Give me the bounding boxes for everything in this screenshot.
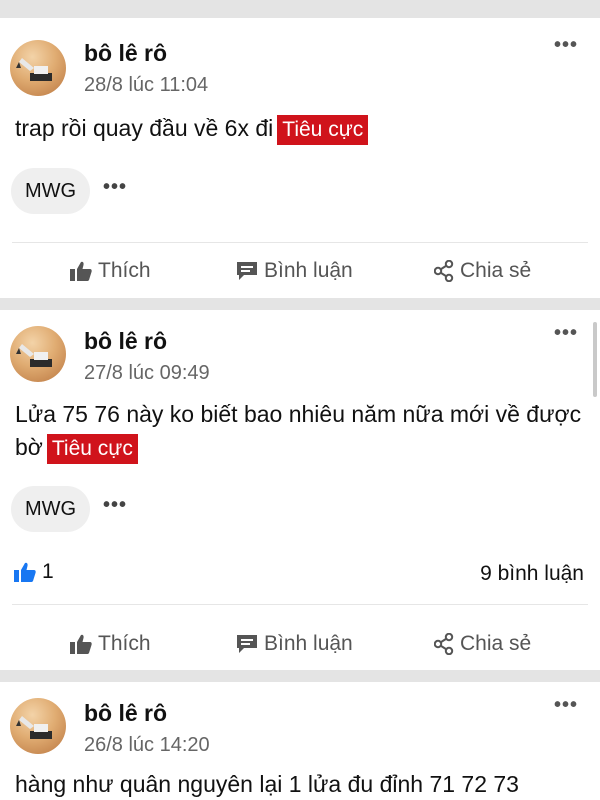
comment-button[interactable]: Bình luận: [236, 632, 353, 656]
post-text: hàng như quân nguyên lại 1 lửa đu đỉnh 7…: [15, 771, 519, 797]
comment-icon: [237, 635, 257, 653]
post-author[interactable]: bô lê rô: [84, 40, 167, 67]
more-options-icon[interactable]: •••: [554, 34, 578, 57]
post-timestamp[interactable]: 28/8 lúc 11:04: [84, 74, 208, 97]
thumbs-up-icon: [70, 634, 92, 654]
share-label: Chia sẻ: [460, 632, 532, 655]
comment-label: Bình luận: [264, 259, 353, 282]
like-label: Thích: [98, 259, 151, 282]
thumbs-up-icon: [14, 562, 36, 582]
post-card: bô lê rô 28/8 lúc 11:04 ••• trap rồi qua…: [0, 18, 600, 298]
avatar[interactable]: [10, 40, 66, 96]
like-count-value: 1: [42, 560, 54, 583]
avatar[interactable]: [10, 326, 66, 382]
like-button[interactable]: Thích: [70, 259, 151, 283]
divider: [12, 242, 588, 243]
post-content: hàng như quân nguyên lại 1 lửa đu đỉnh 7…: [15, 768, 585, 800]
post-timestamp[interactable]: 26/8 lúc 14:20: [84, 734, 210, 757]
comment-icon: [237, 262, 257, 280]
post-content: trap rồi quay đầu về 6x đi Tiêu cực: [15, 112, 585, 145]
feed-separator: [0, 670, 600, 682]
post-card: bô lê rô 26/8 lúc 14:20 ••• hàng như quâ…: [0, 682, 600, 800]
more-options-icon[interactable]: •••: [554, 694, 578, 717]
share-label: Chia sẻ: [460, 259, 532, 282]
post-content: Lửa 75 76 này ko biết bao nhiêu năm nữa …: [15, 398, 585, 464]
comment-button[interactable]: Bình luận: [236, 259, 353, 283]
post-author[interactable]: bô lê rô: [84, 328, 167, 355]
post-author[interactable]: bô lê rô: [84, 700, 167, 727]
like-label: Thích: [98, 632, 151, 655]
like-button[interactable]: Thích: [70, 632, 151, 656]
like-count[interactable]: 1: [14, 560, 54, 584]
share-button[interactable]: Chia sẻ: [434, 259, 531, 283]
share-icon: [434, 633, 454, 655]
excavator-icon: [16, 344, 52, 367]
avatar[interactable]: [10, 698, 66, 754]
comment-label: Bình luận: [264, 632, 353, 655]
stock-chip-mwg[interactable]: MWG: [11, 168, 90, 214]
feed-separator: [0, 0, 600, 18]
share-button[interactable]: Chia sẻ: [434, 632, 531, 656]
chip-more-icon[interactable]: •••: [103, 494, 127, 517]
sentiment-tag: Tiêu cực: [46, 434, 138, 464]
thumbs-up-icon: [70, 261, 92, 281]
feed-separator: [0, 298, 600, 310]
scrollbar[interactable]: [593, 322, 597, 397]
post-card: bô lê rô 27/8 lúc 09:49 ••• Lửa 75 76 nà…: [0, 310, 600, 670]
comment-count[interactable]: 9 bình luận: [480, 562, 584, 586]
sentiment-tag: Tiêu cực: [277, 115, 369, 145]
divider: [12, 604, 588, 605]
post-timestamp[interactable]: 27/8 lúc 09:49: [84, 362, 210, 385]
excavator-icon: [16, 58, 52, 81]
more-options-icon[interactable]: •••: [554, 322, 578, 345]
stock-chip-mwg[interactable]: MWG: [11, 486, 90, 532]
share-icon: [434, 260, 454, 282]
post-text: trap rồi quay đầu về 6x đi: [15, 115, 274, 141]
excavator-icon: [16, 716, 52, 739]
chip-more-icon[interactable]: •••: [103, 176, 127, 199]
